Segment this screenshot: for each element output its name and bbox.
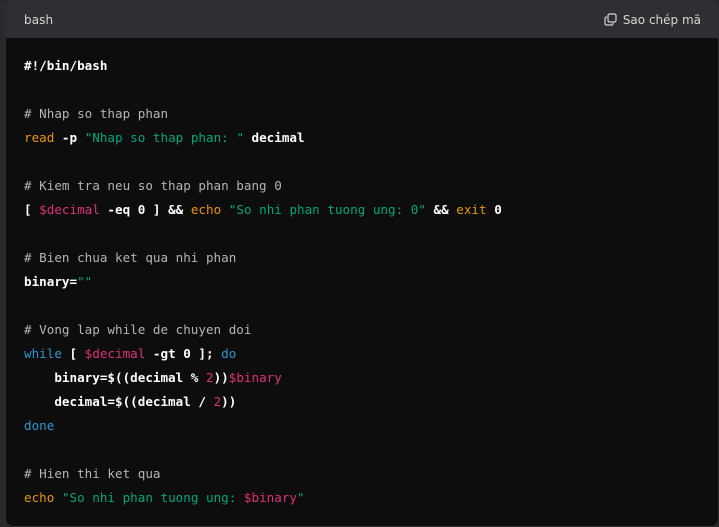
code-token: $binary (228, 370, 282, 385)
code-token: -eq 0 ] && (99, 202, 191, 217)
code-line: while [ $decimal -gt 0 ]; do (24, 342, 718, 366)
code-token: )) (213, 370, 229, 385)
code-token: "Nhap so thap phan: " (84, 130, 244, 145)
code-line: done (24, 414, 718, 438)
code-line: # Nhap so thap phan (24, 102, 718, 126)
code-token: " (297, 490, 305, 505)
code-line: echo "So nhi phan tuong ung: $binary" (24, 486, 718, 510)
language-label: bash (24, 12, 54, 27)
code-token: while (24, 346, 62, 361)
code-token: decimal=$((decimal / (24, 394, 214, 409)
code-token: && (425, 202, 457, 217)
code-token: do (221, 346, 237, 361)
code-line: # Hien thi ket qua (24, 462, 718, 486)
code-token: # Nhap so thap phan (24, 106, 169, 121)
code-token: # Vong lap while de chuyen doi (24, 322, 252, 337)
code-token: echo (24, 490, 55, 505)
code-line: [ $decimal -eq 0 ] && echo "So nhi phan … (24, 198, 718, 222)
code-token: 2 (205, 370, 214, 385)
code-line: # Vong lap while de chuyen doi (24, 318, 718, 342)
code-token: echo (190, 202, 222, 217)
copy-code-label: Sao chép mã (622, 12, 701, 27)
code-line: # Bien chua ket qua nhi phan (24, 246, 718, 270)
code-token: "So nhi phan tuong ung: 0" (228, 202, 426, 217)
code-line: binary=$((decimal % 2))$binary (24, 366, 718, 390)
code-token: exit (456, 202, 487, 217)
code-token: [ (24, 202, 40, 217)
code-line: binary="" (24, 270, 718, 294)
code-token: # Kiem tra neu so thap phan bang 0 (24, 178, 282, 193)
code-token: binary= (24, 274, 78, 289)
code-token: $decimal (39, 202, 100, 217)
code-line: read -p "Nhap so thap phan: " decimal (24, 126, 718, 150)
code-line: decimal=$((decimal / 2)) (24, 390, 718, 414)
code-token: decimal (243, 130, 305, 145)
copy-code-button[interactable]: Sao chép mã (604, 13, 701, 27)
code-token: # Hien thi ket qua (24, 466, 161, 481)
code-token: read (24, 130, 55, 145)
code-line: # Kiem tra neu so thap phan bang 0 (24, 174, 718, 198)
code-token: -p (54, 130, 85, 145)
copy-icon (604, 13, 617, 26)
code-token: binary=$((decimal % (24, 370, 206, 385)
code-token: -gt 0 ]; (145, 346, 222, 361)
code-token: 0 (486, 202, 502, 217)
code-line: #!/bin/bash (24, 54, 718, 78)
code-token: # Bien chua ket qua nhi phan (24, 250, 237, 265)
code-token: "" (77, 274, 93, 289)
code-token: "So nhi phan tuong ung: (61, 490, 244, 505)
code-token: $binary (243, 490, 297, 505)
code-token: #!/bin/bash (24, 58, 108, 73)
code-block: bash Sao chép mã #!/bin/bash # Nhap so th… (5, 0, 719, 527)
code-token: $decimal (84, 346, 146, 361)
code-content: #!/bin/bash # Nhap so thap phan read -p "N… (6, 38, 718, 510)
code-token: [ (61, 346, 85, 361)
code-token: done (24, 418, 55, 433)
code-block-header: bash Sao chép mã (6, 1, 718, 38)
code-token: )) (221, 394, 237, 409)
